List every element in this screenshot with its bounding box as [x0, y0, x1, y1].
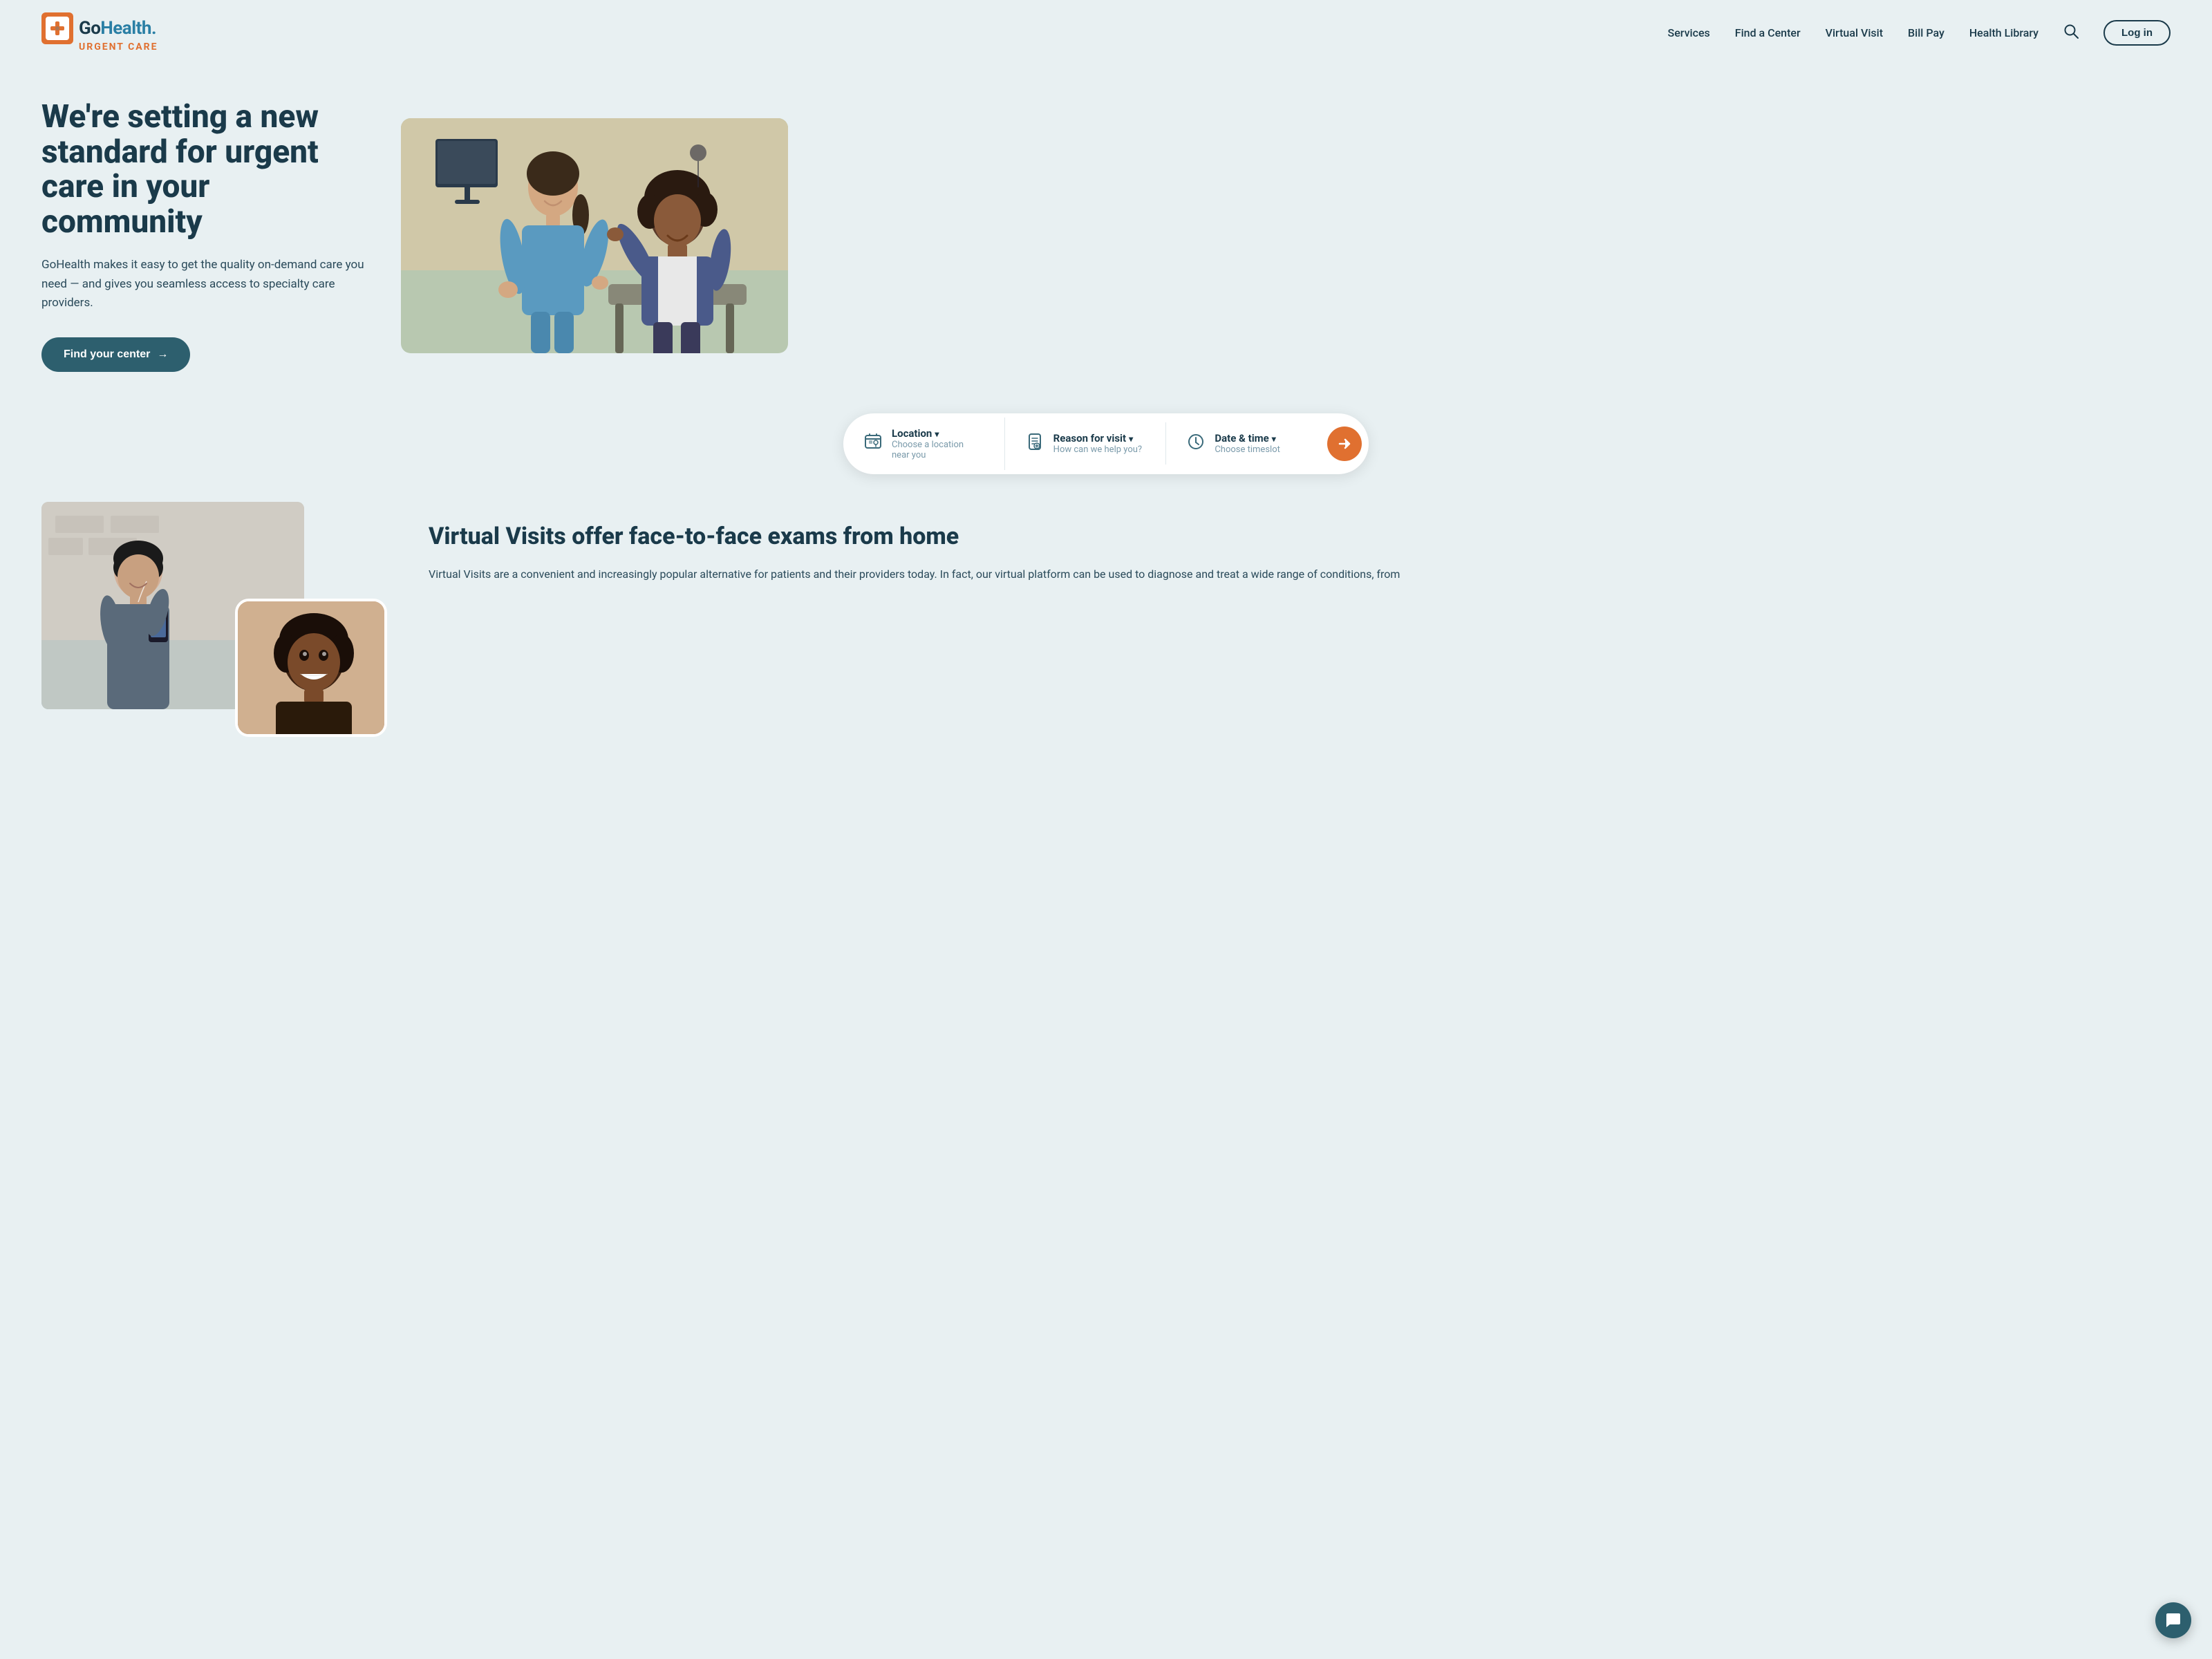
- location-label: Location▾: [892, 427, 984, 440]
- hero-illustration: [401, 118, 788, 353]
- reason-icon: [1026, 433, 1044, 455]
- logo[interactable]: GoHealth. URGENT CARE: [41, 12, 158, 53]
- reason-chevron: ▾: [1129, 434, 1133, 444]
- virtual-section: Virtual Visits offer face-to-face exams …: [0, 502, 2212, 723]
- search-icon[interactable]: [2063, 24, 2079, 41]
- hero-image: [401, 118, 788, 353]
- nav-services[interactable]: Services: [1668, 26, 1710, 39]
- nav-health-library[interactable]: Health Library: [1969, 26, 2038, 39]
- nav-find-center[interactable]: Find a Center: [1735, 26, 1801, 39]
- logo-urgent-care: URGENT CARE: [79, 41, 158, 53]
- main-nav: Services Find a Center Virtual Visit Bil…: [1668, 20, 2171, 46]
- virtual-overlay-card: [235, 599, 387, 737]
- reason-content: Reason for visit▾ How can we help you?: [1053, 432, 1142, 455]
- datetime-content: Date & time▾ Choose timeslot: [1215, 432, 1280, 455]
- clock-icon: [1187, 433, 1205, 455]
- virtual-description: Virtual Visits are a convenient and incr…: [429, 565, 2171, 583]
- chat-icon: [2164, 1611, 2182, 1629]
- reason-label: Reason for visit▾: [1053, 432, 1142, 444]
- find-center-arrow: →: [157, 348, 168, 361]
- logo-icon: [41, 12, 73, 44]
- virtual-image-area: [41, 502, 387, 723]
- reason-selector[interactable]: Reason for visit▾ How can we help you?: [1005, 422, 1167, 465]
- location-selector[interactable]: Location▾ Choose a location near you: [843, 418, 1005, 470]
- hero-subtitle: GoHealth makes it easy to get the qualit…: [41, 256, 373, 312]
- hero-text-block: We're setting a new standard for urgent …: [41, 100, 373, 372]
- hero-photo: [401, 118, 788, 353]
- location-content: Location▾ Choose a location near you: [892, 427, 984, 460]
- site-header: GoHealth. URGENT CARE Services Find a Ce…: [0, 0, 2212, 65]
- datetime-sublabel: Choose timeslot: [1215, 444, 1280, 455]
- datetime-selector[interactable]: Date & time▾ Choose timeslot: [1166, 422, 1327, 465]
- logo-go-text: Go: [79, 18, 100, 39]
- booking-submit-button[interactable]: [1327, 427, 1362, 461]
- reason-sublabel: How can we help you?: [1053, 444, 1142, 455]
- nav-virtual-visit[interactable]: Virtual Visit: [1826, 26, 1883, 39]
- location-chevron: ▾: [935, 429, 939, 439]
- booking-bar: Location▾ Choose a location near you: [843, 413, 1369, 474]
- virtual-title: Virtual Visits offer face-to-face exams …: [429, 523, 2171, 551]
- find-center-button[interactable]: Find your center →: [41, 337, 190, 372]
- location-icon: [864, 433, 882, 455]
- chat-bubble-button[interactable]: [2155, 1602, 2191, 1638]
- hero-section: We're setting a new standard for urgent …: [0, 65, 2212, 400]
- find-center-label: Find your center: [64, 348, 150, 361]
- logo-health-text: Health.: [100, 18, 156, 39]
- hero-title: We're setting a new standard for urgent …: [41, 100, 373, 239]
- booking-bar-wrapper: Location▾ Choose a location near you: [0, 400, 2212, 502]
- datetime-label: Date & time▾: [1215, 432, 1280, 444]
- virtual-text-block: Virtual Visits offer face-to-face exams …: [429, 502, 2171, 583]
- datetime-chevron: ▾: [1272, 434, 1276, 444]
- nav-bill-pay[interactable]: Bill Pay: [1908, 26, 1944, 39]
- location-sublabel: Choose a location near you: [892, 440, 984, 460]
- login-button[interactable]: Log in: [2103, 20, 2171, 46]
- virtual-overlay-illustration: [238, 601, 387, 737]
